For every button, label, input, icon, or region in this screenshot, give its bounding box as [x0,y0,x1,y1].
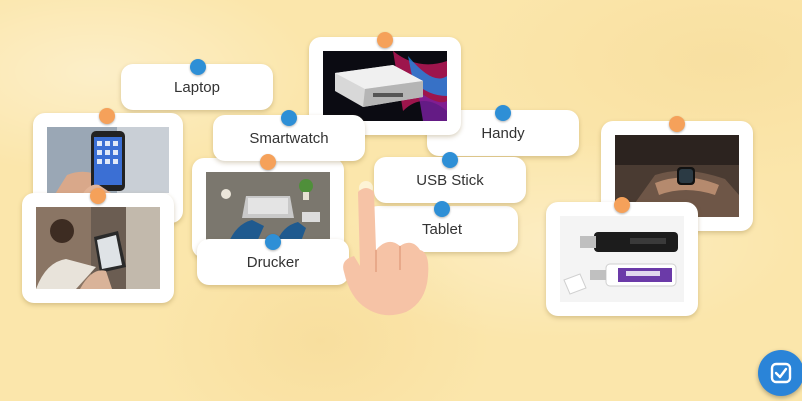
printer-photo [323,51,447,121]
image-card-tablet[interactable] [22,193,174,303]
pin-icon [281,110,297,126]
pin-icon [442,152,458,168]
pin-icon [190,59,206,75]
label-text: Handy [481,124,525,142]
tablet-photo [36,207,160,289]
label-text: Drucker [246,253,300,271]
pin-icon [260,154,276,170]
image-card-usb-stick[interactable] [546,202,698,316]
laptop-photo [206,172,330,244]
usb-stick-photo [560,216,684,302]
pin-icon [434,201,450,217]
pin-icon [495,105,511,121]
pin-icon [669,116,685,132]
pin-icon [99,108,115,124]
check-button[interactable] [758,350,802,396]
label-text: Laptop [174,78,220,96]
smartphone-photo [47,127,169,193]
pin-icon [90,188,106,204]
pin-icon [614,197,630,213]
label-text: Smartwatch [249,129,329,147]
pointing-hand-icon [336,180,432,320]
pin-icon [265,234,281,250]
pin-icon [377,32,393,48]
check-icon [770,362,792,384]
